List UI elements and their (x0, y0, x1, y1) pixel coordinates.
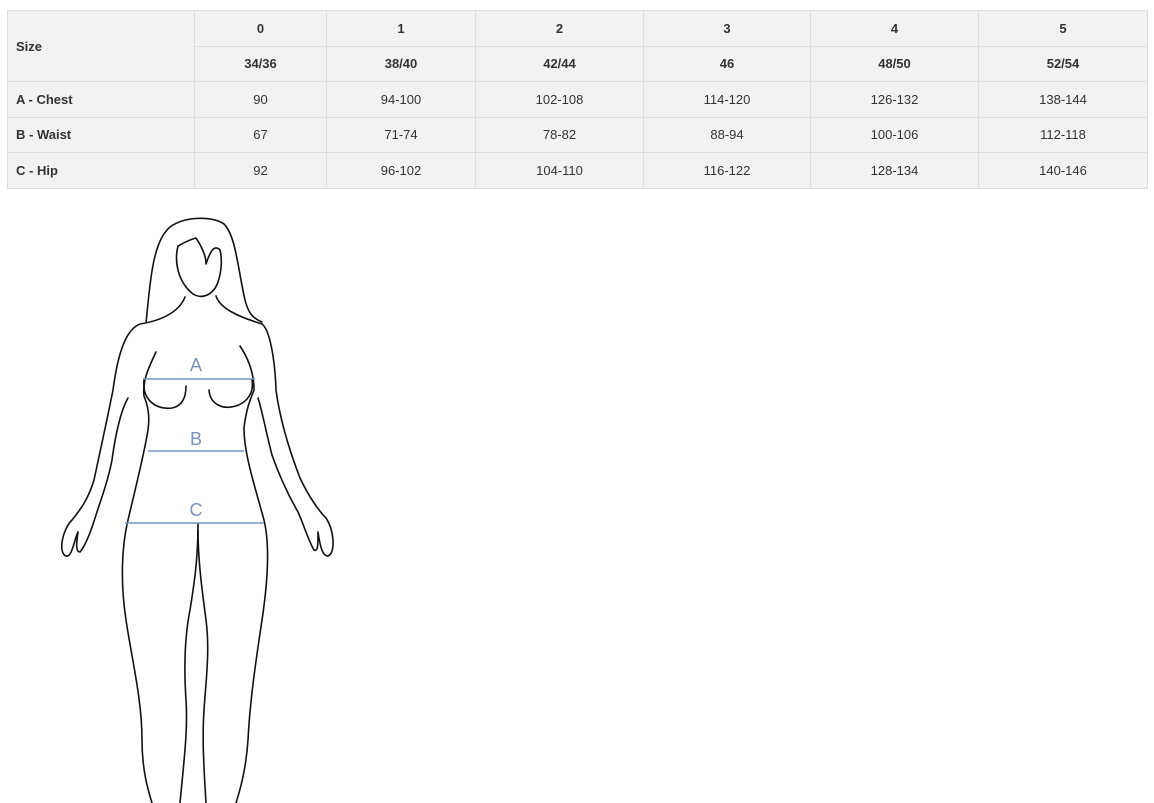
table-cell: 140-146 (978, 152, 1148, 189)
table-cell: 126-132 (810, 81, 979, 118)
size-number-cell: 4 (810, 10, 979, 47)
size-eu-cell: 52/54 (978, 45, 1148, 82)
table-cell: 90 (194, 81, 327, 118)
size-number-row: Size 0 1 2 3 4 5 (7, 10, 1148, 82)
hip-marker-label: C (190, 500, 203, 520)
table-cell: 94-100 (326, 81, 476, 118)
table-cell: 116-122 (643, 152, 811, 189)
chest-marker-label: A (190, 355, 202, 375)
size-eu-cell: 48/50 (810, 45, 979, 82)
table-cell: 128-134 (810, 152, 979, 189)
row-label-chest: A - Chest (7, 81, 195, 118)
table-cell: 88-94 (643, 116, 811, 153)
table-cell: 114-120 (643, 81, 811, 118)
size-header: Size (7, 10, 195, 82)
table-cell: 67 (194, 116, 327, 153)
table-row: B - Waist 67 71-74 78-82 88-94 100-106 1… (7, 116, 1148, 153)
size-eu-cell: 38/40 (326, 45, 476, 82)
size-eu-cell: 46 (643, 45, 811, 82)
table-cell: 71-74 (326, 116, 476, 153)
row-label-hip: C - Hip (7, 152, 195, 189)
table-cell: 92 (194, 152, 327, 189)
table-cell: 112-118 (978, 116, 1148, 153)
table-row: C - Hip 92 96-102 104-110 116-122 128-13… (7, 152, 1148, 189)
size-number-cell: 2 (475, 10, 644, 47)
waist-marker-label: B (190, 429, 202, 449)
size-number-cell: 3 (643, 10, 811, 47)
body-measurement-figure: A B C (0, 200, 400, 803)
table-cell: 78-82 (475, 116, 644, 153)
table-cell: 96-102 (326, 152, 476, 189)
size-eu-cell: 42/44 (475, 45, 644, 82)
table-cell: 104-110 (475, 152, 644, 189)
row-label-waist: B - Waist (7, 116, 195, 153)
size-number-cell: 5 (978, 10, 1148, 47)
table-cell: 100-106 (810, 116, 979, 153)
table-cell: 138-144 (978, 81, 1148, 118)
size-eu-cell: 34/36 (194, 45, 327, 82)
table-cell: 102-108 (475, 81, 644, 118)
body-outline-illustration: A B C (60, 217, 334, 803)
table-row: A - Chest 90 94-100 102-108 114-120 126-… (7, 81, 1148, 118)
size-number-cell: 0 (194, 10, 327, 47)
size-number-cell: 1 (326, 10, 476, 47)
size-chart-table: Size 0 1 2 3 4 5 34/36 38/40 42/44 46 48… (7, 10, 1148, 189)
